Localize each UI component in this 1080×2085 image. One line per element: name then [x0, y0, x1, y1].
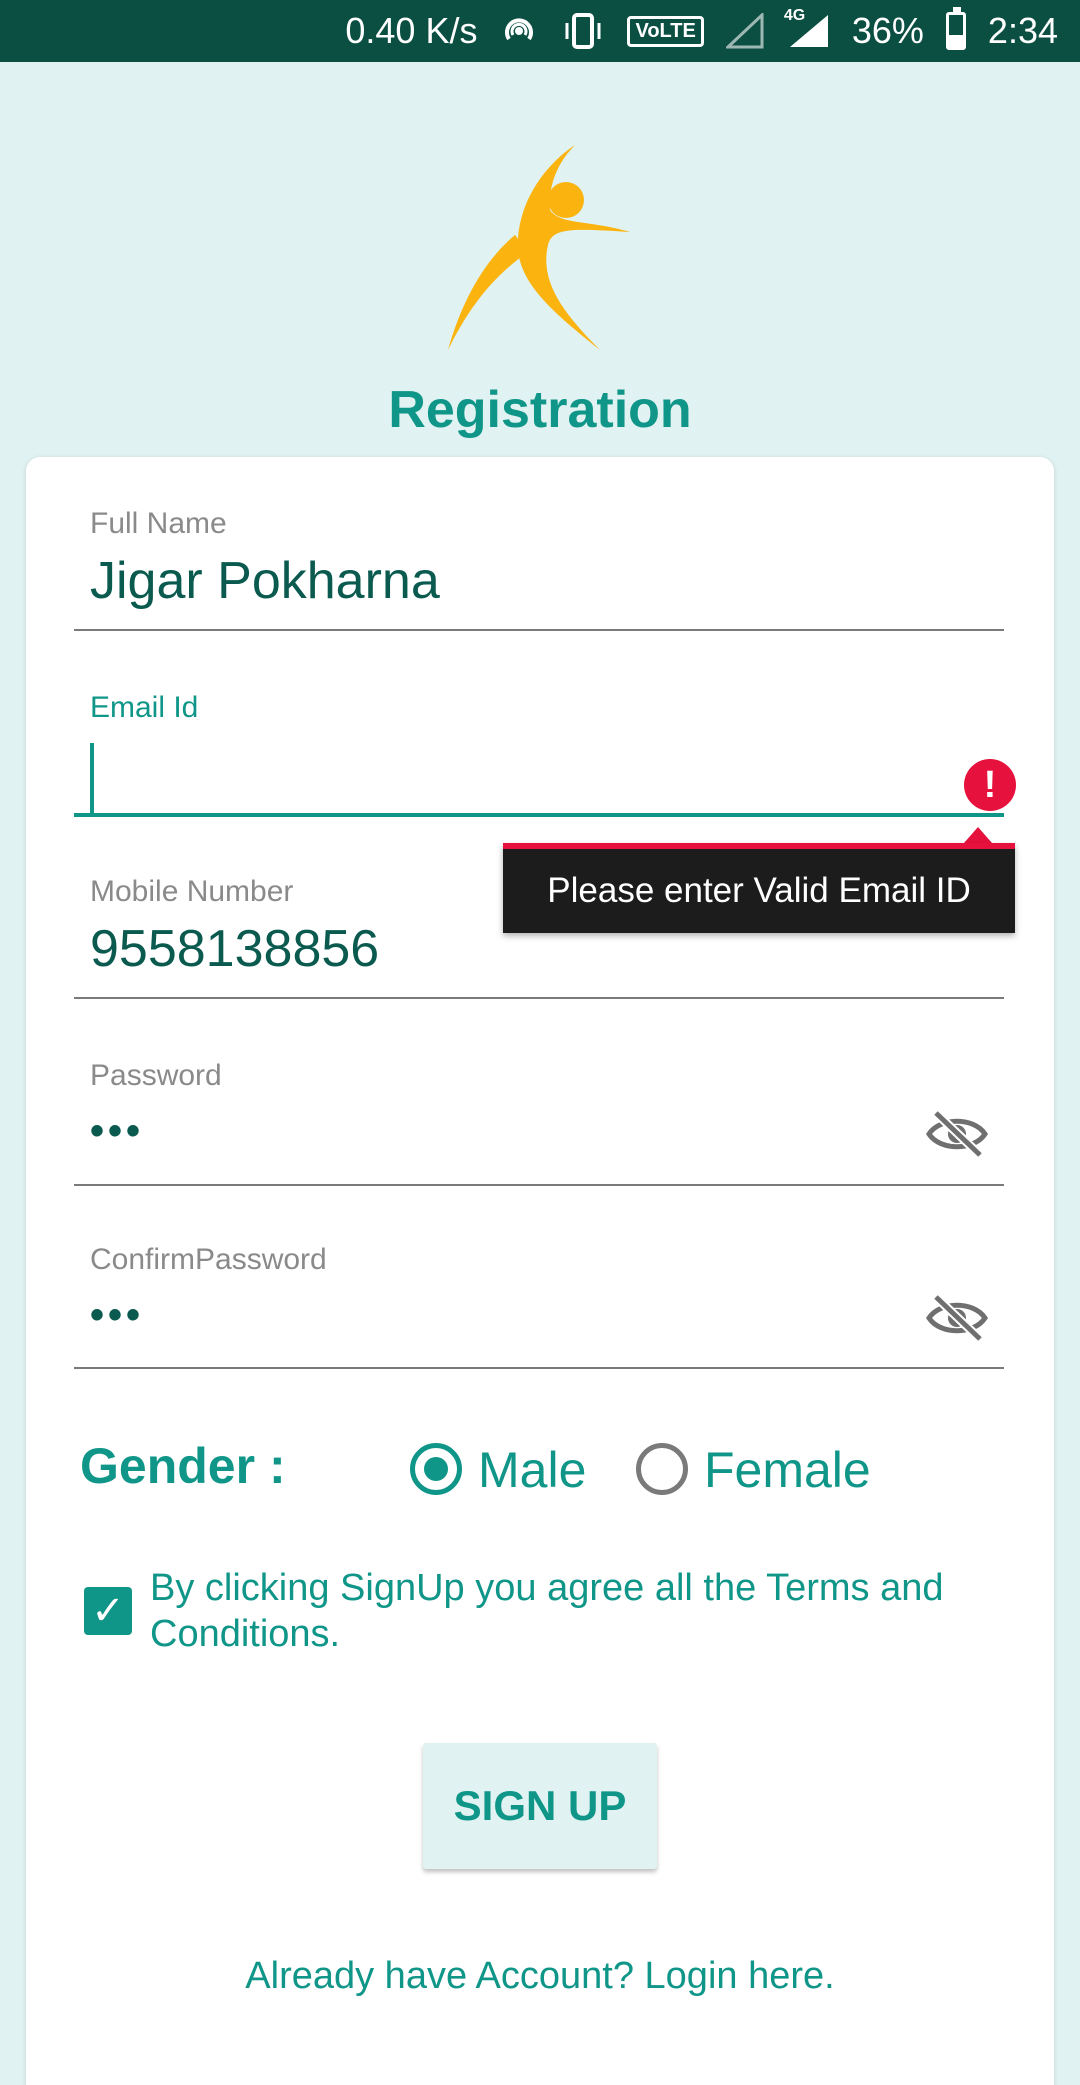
- tooltip-arrow: [964, 827, 992, 843]
- radio-male[interactable]: [410, 1443, 462, 1495]
- signup-button[interactable]: SIGN UP: [423, 1743, 657, 1869]
- hotspot-icon: [499, 11, 539, 51]
- full-name-field[interactable]: Full Name Jigar Pokharna: [74, 507, 1004, 637]
- clock: 2:34: [987, 10, 1058, 51]
- battery-percent: 36%: [851, 10, 924, 51]
- login-link[interactable]: Already have Account? Login here.: [26, 1955, 1054, 1998]
- text-cursor: [90, 743, 94, 813]
- mobile-underline: [74, 997, 1004, 999]
- error-icon: !: [964, 759, 1016, 811]
- full-name-label: Full Name: [90, 507, 227, 540]
- password-underline: [74, 1184, 1004, 1186]
- full-name-input[interactable]: Jigar Pokharna: [90, 551, 440, 611]
- terms-text: By clicking SignUp you agree all the Ter…: [150, 1567, 944, 1655]
- terms-checkbox[interactable]: ✓: [84, 1587, 132, 1635]
- vibrate-icon: [561, 11, 605, 51]
- mobile-input[interactable]: 9558138856: [90, 919, 379, 979]
- signal-sim1-icon: [725, 13, 766, 49]
- confirm-password-field[interactable]: ConfirmPassword •••: [74, 1243, 1004, 1373]
- eye-off-icon[interactable]: [926, 1293, 988, 1343]
- status-bar: 0.40 K/s VoLTE 4G 36% 2:34: [0, 0, 1080, 62]
- gender-label: Gender :: [80, 1438, 286, 1494]
- battery-icon: [945, 7, 966, 50]
- signal-4g-icon: 4G: [784, 7, 830, 49]
- confirm-password-label: ConfirmPassword: [90, 1243, 327, 1276]
- network-speed: 0.40 K/s: [345, 10, 478, 51]
- eye-off-icon[interactable]: [926, 1109, 988, 1159]
- mobile-field[interactable]: Mobile Number 9558138856: [74, 875, 1004, 1005]
- radio-male-label[interactable]: Male: [478, 1441, 586, 1499]
- email-label: Email Id: [90, 691, 199, 724]
- email-underline: [74, 813, 1004, 817]
- radio-female[interactable]: [636, 1443, 688, 1495]
- mobile-label: Mobile Number: [90, 875, 294, 908]
- password-input[interactable]: •••: [90, 1109, 144, 1154]
- full-name-underline: [74, 629, 1004, 631]
- password-label: Password: [90, 1059, 222, 1092]
- confirm-password-underline: [74, 1367, 1004, 1369]
- network-type: 4G: [783, 7, 806, 24]
- volte-badge: VoLTE: [627, 15, 704, 47]
- page-title: Registration: [388, 381, 692, 439]
- email-field[interactable]: Email Id !: [74, 691, 1016, 821]
- registration-card: Full Name Jigar Pokharna Email Id ! Plea…: [26, 457, 1054, 2085]
- running-person-logo-icon: [448, 145, 630, 350]
- radio-female-label[interactable]: Female: [704, 1441, 871, 1499]
- password-field[interactable]: Password •••: [74, 1059, 1004, 1189]
- confirm-password-input[interactable]: •••: [90, 1293, 144, 1338]
